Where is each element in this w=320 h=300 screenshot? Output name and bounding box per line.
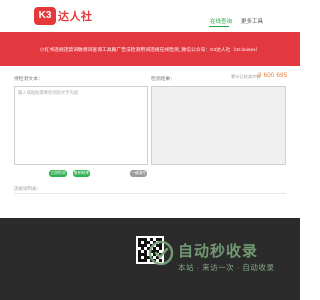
detect-button[interactable]: 立即检测 xyxy=(49,170,67,177)
input-label: 待检测文本： xyxy=(14,77,43,82)
output-result-box[interactable] xyxy=(151,86,286,165)
hero-banner: 小红书违规违禁词敏感词查询工具跟广告法检测用词违规在线检测_微信公众号：K3达人… xyxy=(0,32,300,66)
watermark-subtitle: 本站 · 来访一次 · 自动收录 xyxy=(178,263,275,272)
site-logo[interactable]: K3 达人社 xyxy=(34,7,93,25)
logo-text: 达人社 xyxy=(58,11,93,23)
copy-button[interactable]: 复制结果 xyxy=(73,170,90,177)
violation-list-label: 违规词列表： xyxy=(14,186,41,191)
nav-link-more-tools[interactable]: 更多工具 xyxy=(241,17,263,25)
site-header: K3 达人社 在线查询 更多工具 xyxy=(0,0,300,32)
logo-mark: K3 xyxy=(34,7,56,25)
input-textarea[interactable] xyxy=(15,87,147,164)
output-label: 检测结果： xyxy=(151,77,175,82)
detect-counter-value: 3 600 695 xyxy=(258,73,288,79)
section-divider xyxy=(14,193,286,194)
nav-active-indicator xyxy=(209,26,229,27)
banner-title: 小红书违规违禁词敏感词查询工具跟广告法检测用词违规在线检测_微信公众号：K3达人… xyxy=(39,48,261,53)
clear-button[interactable]: 一键清空 xyxy=(130,170,147,177)
input-textbox-wrapper xyxy=(14,86,148,165)
nav-link-online-query[interactable]: 在线查询 xyxy=(210,17,232,25)
watermark-icon xyxy=(148,240,174,266)
detect-counter-label: 累计已检测字数 xyxy=(231,74,261,79)
watermark-title: 自动秒收录 xyxy=(178,243,259,260)
